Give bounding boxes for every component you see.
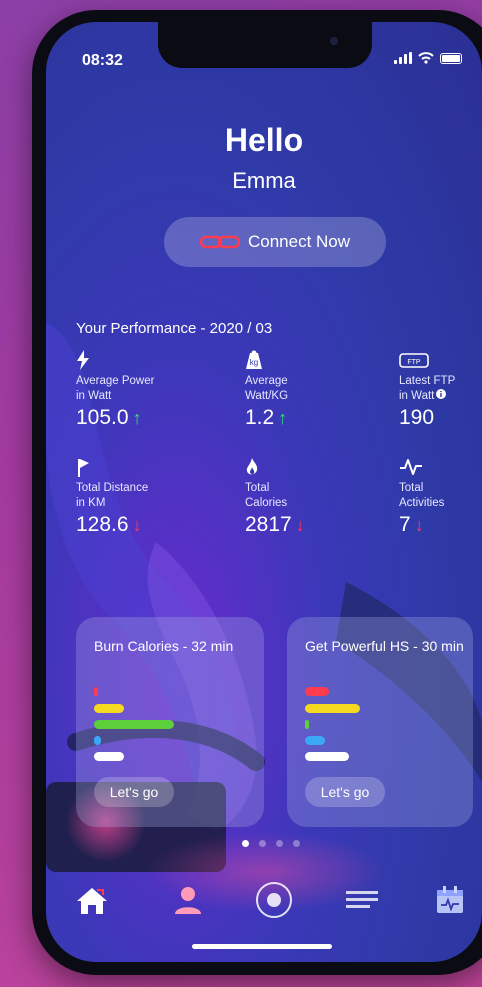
page-indicator — [242, 840, 300, 847]
stat-average-watt-kg: kg Average Watt/KG 1.2 ↑ — [245, 350, 355, 430]
status-icons — [394, 52, 462, 64]
notch — [158, 22, 372, 68]
stat-label: Total Distance in KM — [76, 482, 149, 509]
performance-title: Your Performance - 2020 / 03 — [76, 320, 273, 337]
stat-value: 2817 — [245, 513, 292, 536]
intensity-bar — [305, 752, 349, 761]
lightning-icon — [77, 350, 89, 370]
workout-card[interactable]: Get Powerful HS - 30 min Let's go — [287, 617, 473, 827]
intensity-bar — [94, 720, 174, 729]
record-icon — [256, 882, 292, 918]
stat-label: Total Calories — [245, 482, 288, 509]
workout-intensity-bars — [305, 687, 465, 767]
app-screen: 08:32 Hello Emma Connect Now Your Perfor… — [46, 22, 482, 962]
intensity-bar — [94, 752, 124, 761]
intensity-bar — [94, 687, 98, 696]
trend-down-icon: ↓ — [295, 514, 305, 535]
lets-go-button[interactable]: Let's go — [305, 777, 385, 807]
stat-total-distance: Total Distance in KM 128.6 ↓ — [76, 457, 226, 537]
stat-total-activities: Total Activities 7 ↓ — [399, 457, 482, 537]
svg-text:kg: kg — [250, 358, 258, 367]
intensity-bar — [305, 687, 329, 696]
workout-card[interactable]: Burn Calories - 32 min Let's go — [76, 617, 264, 827]
home-icon — [77, 888, 107, 914]
wifi-icon — [418, 52, 434, 64]
page-dot[interactable] — [276, 840, 283, 847]
tab-calendar[interactable] — [430, 880, 470, 920]
workout-title: Get Powerful HS - 30 min — [305, 638, 464, 654]
intensity-bar — [305, 720, 309, 729]
stat-value: 105.0 — [76, 406, 129, 429]
profile-icon — [175, 887, 201, 914]
page-dot[interactable] — [242, 840, 249, 847]
greeting-title: Hello — [224, 122, 304, 158]
tab-profile[interactable] — [168, 880, 208, 920]
page-dot[interactable] — [259, 840, 266, 847]
tab-list[interactable] — [342, 880, 382, 920]
calendar-icon — [437, 886, 463, 913]
trend-down-icon: ↓ — [132, 514, 142, 535]
list-icon — [346, 891, 378, 908]
stat-value: 1.2 — [245, 406, 275, 429]
tab-home[interactable] — [72, 880, 112, 920]
flag-icon — [78, 459, 89, 477]
pulse-icon — [400, 459, 422, 475]
trend-down-icon: ↓ — [414, 514, 424, 535]
trend-up-icon: ↑ — [132, 407, 142, 428]
stat-label: Average Power in Watt — [76, 375, 155, 402]
flame-icon — [246, 458, 258, 475]
stat-value: 128.6 — [76, 513, 129, 536]
ftp-icon-text: FTP — [407, 359, 421, 366]
home-indicator[interactable] — [192, 944, 332, 949]
workout-title: Burn Calories - 32 min — [94, 638, 234, 654]
connect-now-button[interactable]: Connect Now — [164, 217, 386, 267]
battery-icon — [440, 52, 462, 64]
workout-intensity-bars — [94, 687, 254, 767]
chain-link-icon — [199, 235, 240, 249]
user-name: Emma — [232, 168, 296, 193]
intensity-bar — [94, 736, 101, 745]
tab-record[interactable] — [254, 880, 294, 920]
intensity-bar — [94, 704, 124, 713]
trend-up-icon: ↑ — [278, 407, 288, 428]
connect-now-label: Connect Now — [247, 232, 351, 251]
lets-go-button[interactable]: Let's go — [94, 777, 174, 807]
page-dot[interactable] — [293, 840, 300, 847]
status-time: 08:32 — [82, 52, 123, 69]
weight-icon: kg — [246, 350, 262, 369]
stat-label: Latest FTP in Watt — [399, 375, 456, 402]
stat-total-calories: Total Calories 2817 ↓ — [245, 457, 355, 537]
intensity-bar — [305, 736, 325, 745]
stat-label: Total Activities — [399, 482, 445, 509]
stat-latest-ftp: FTP Latest FTP in Watt 190 — [399, 350, 482, 430]
intensity-bar — [305, 704, 360, 713]
stat-value: 7 — [399, 513, 411, 536]
stat-label: Average Watt/KG — [245, 375, 289, 402]
ftp-icon: FTP — [399, 353, 429, 368]
stat-value: 190 — [399, 406, 435, 429]
signal-icon — [394, 52, 412, 64]
stat-average-power: Average Power in Watt 105.0 ↑ — [76, 350, 226, 430]
info-icon[interactable] — [436, 389, 447, 399]
